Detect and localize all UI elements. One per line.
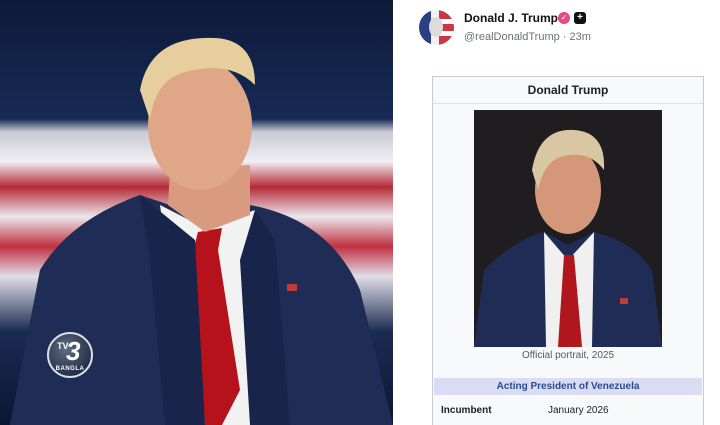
tv3-bangla-logo: TV 3 BANGLA bbox=[47, 332, 93, 378]
post-time: 23m bbox=[569, 31, 591, 43]
incumbent-label: Incumbent bbox=[441, 405, 492, 416]
speaker-photo: TV 3 BANGLA bbox=[0, 0, 393, 425]
author-handle[interactable]: @realDonaldTrump · 23m bbox=[464, 31, 591, 43]
social-post: Donald J. Trump ✓ + @realDonaldTrump · 2… bbox=[400, 0, 720, 425]
infobox-title: Donald Trump bbox=[433, 77, 703, 104]
verified-badge-icon: ✓ bbox=[558, 12, 570, 24]
logo-subtext: BANGLA bbox=[55, 366, 85, 372]
handle-text: @realDonaldTrump bbox=[464, 31, 560, 43]
portrait-caption: Official portrait, 2025 bbox=[521, 350, 615, 361]
official-portrait-image bbox=[474, 110, 662, 347]
plus-badge-icon: + bbox=[574, 12, 586, 24]
incumbent-value: January 2026 bbox=[548, 405, 609, 416]
wikipedia-infobox: Donald Trump Official portrait, 2025 Act… bbox=[432, 76, 704, 425]
office-section-header[interactable]: Acting President of Venezuela bbox=[434, 378, 702, 395]
author-name[interactable]: Donald J. Trump bbox=[464, 11, 558, 25]
logo-number: 3 bbox=[66, 336, 81, 366]
avatar[interactable] bbox=[419, 10, 454, 45]
